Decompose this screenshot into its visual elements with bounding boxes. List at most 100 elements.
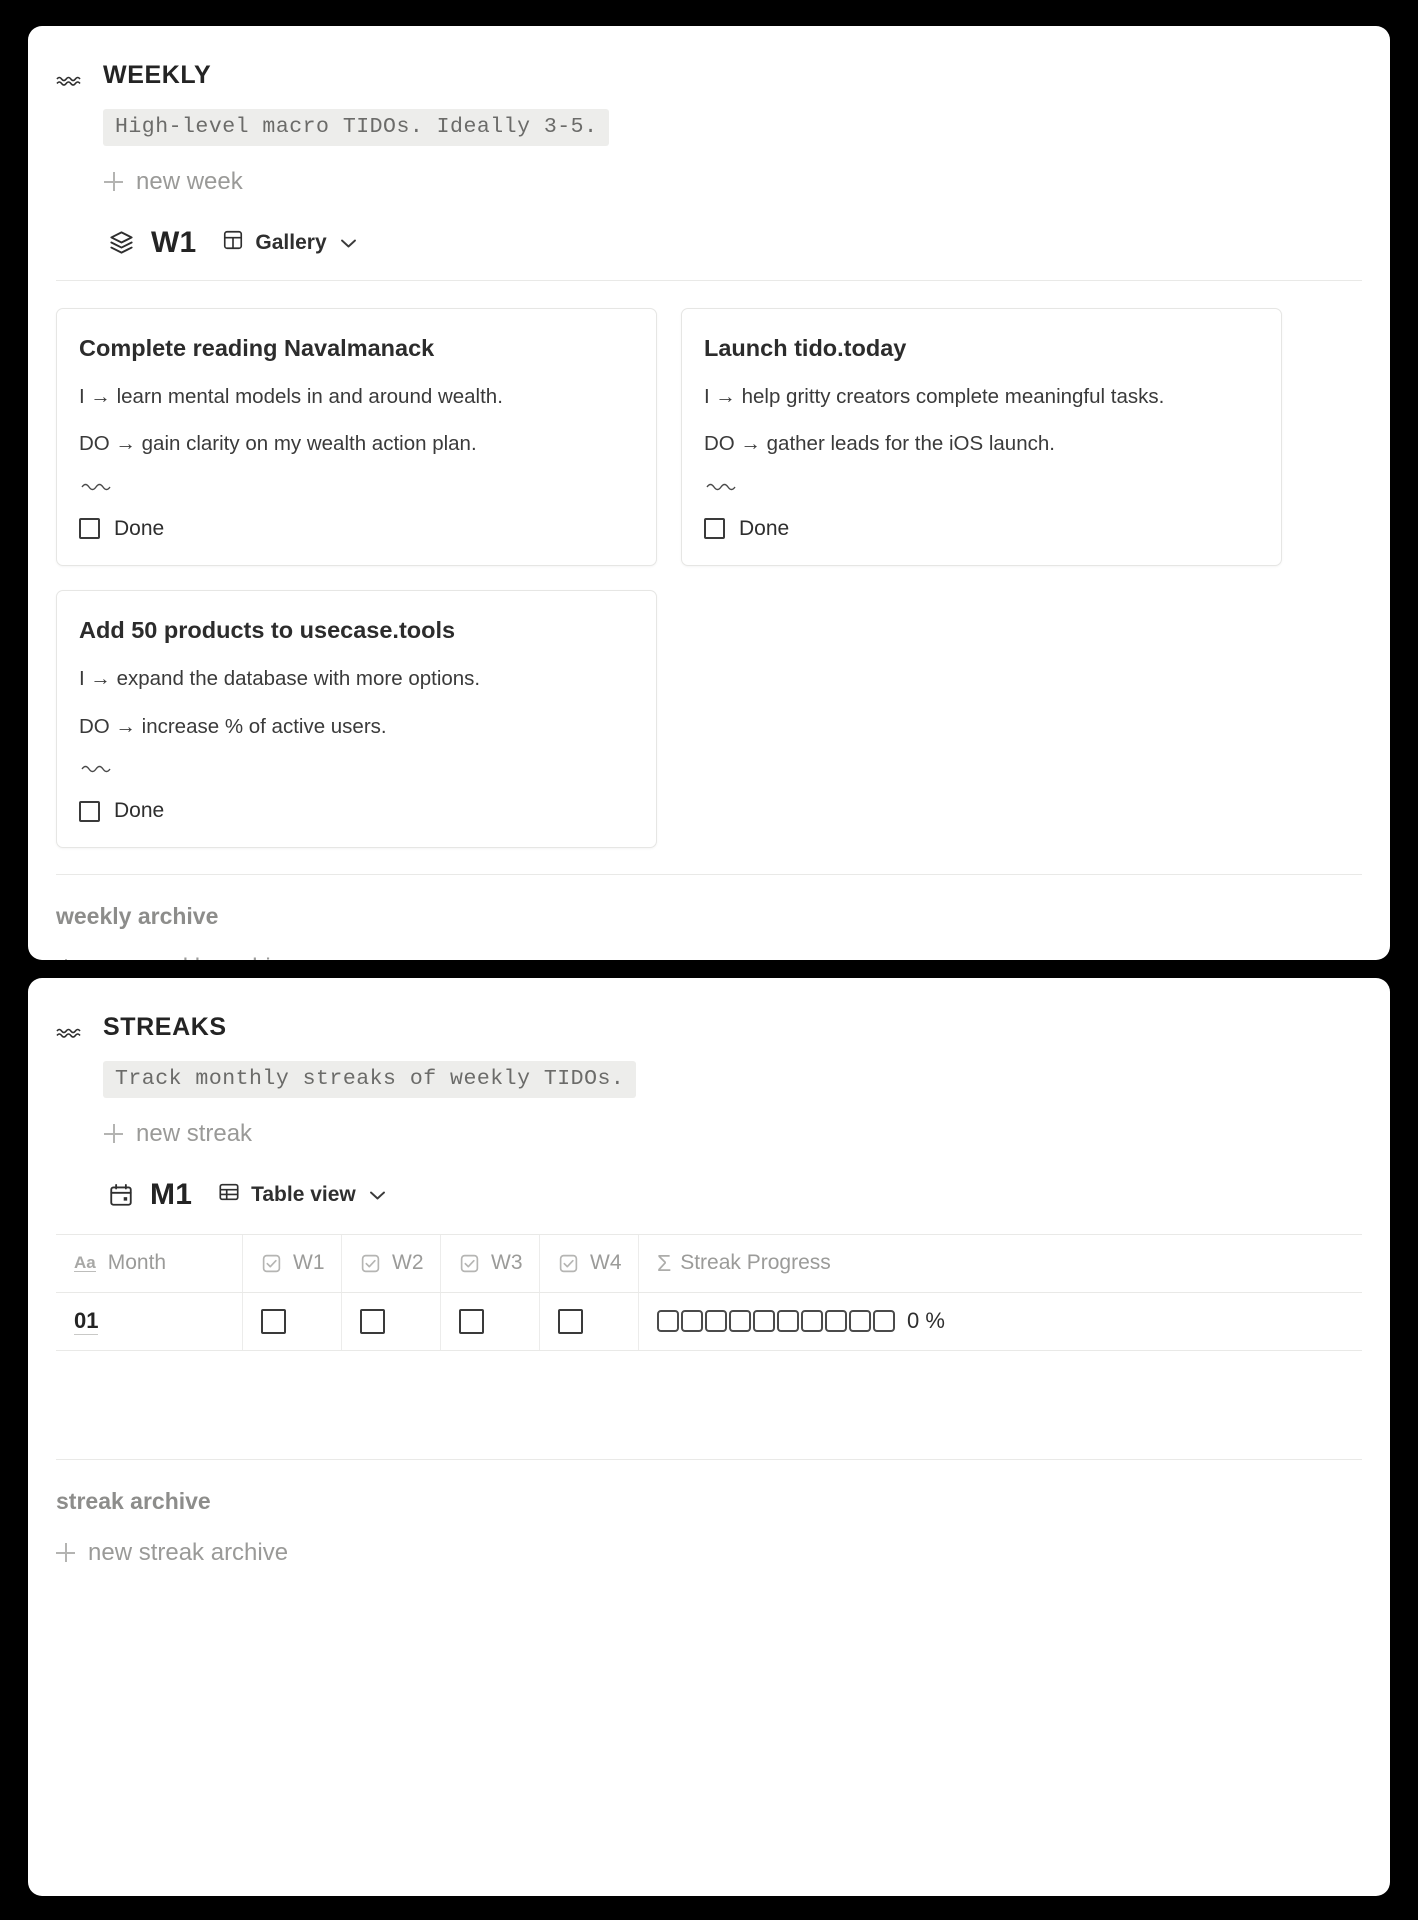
cell-streak-progress: 0 % (639, 1293, 1362, 1350)
weekly-database-name: W1 (151, 226, 196, 260)
progress-box (753, 1310, 775, 1332)
streaks-view-selector[interactable]: Table view (218, 1181, 386, 1209)
progress-box (873, 1310, 895, 1332)
chevron-down-icon (340, 231, 357, 255)
card-line-intent: I → learn mental models in and around we… (79, 384, 634, 411)
streaks-panel: STREAKS Track monthly streaks of weekly … (28, 978, 1390, 1896)
column-header-w3[interactable]: W3 (441, 1235, 540, 1292)
cell-w2[interactable] (342, 1293, 441, 1350)
card-line-outcome: DO → increase % of active users. (79, 714, 634, 741)
progress-box (801, 1310, 823, 1332)
card-title: Complete reading Navalmanack (79, 334, 634, 362)
done-label: Done (114, 799, 164, 823)
progress-box (705, 1310, 727, 1332)
wave-icon (56, 62, 92, 93)
table-row: 01 (56, 1293, 1362, 1351)
weekly-archive-divider (56, 874, 1362, 875)
w4-checkbox[interactable] (558, 1309, 583, 1334)
w2-checkbox[interactable] (360, 1309, 385, 1334)
streaks-database-header[interactable]: M1 Table view (108, 1178, 1362, 1212)
done-checkbox[interactable] (79, 518, 100, 539)
column-header-label: W4 (590, 1251, 622, 1275)
column-header-month[interactable]: Aa Month (56, 1235, 243, 1292)
chevron-down-icon (369, 1183, 386, 1207)
month-link[interactable]: 01 (74, 1307, 98, 1336)
checkbox-icon (459, 1253, 480, 1274)
new-week-label: new week (136, 168, 243, 196)
weekly-archive-title: weekly archive (56, 903, 1390, 930)
weekly-gallery: Complete reading Navalmanack I → learn m… (28, 281, 1390, 849)
progress-box (849, 1310, 871, 1332)
new-streak-archive-label: new streak archive (88, 1539, 288, 1567)
squiggle-divider-icon (81, 761, 634, 779)
screen-root: WEEKLY High-level macro TIDOs. Ideally 3… (0, 0, 1418, 1920)
checkbox-icon (360, 1253, 381, 1274)
text-aa-icon: Aa (74, 1254, 96, 1273)
new-streak-label: new streak (136, 1120, 252, 1148)
new-streak-button[interactable]: new streak (104, 1120, 252, 1148)
card-done-row[interactable]: Done (79, 799, 634, 823)
card-line-intent: I → help gritty creators complete meanin… (704, 384, 1259, 411)
squiggle-divider-icon (706, 479, 1259, 497)
progress-box (777, 1310, 799, 1332)
card-title: Launch tido.today (704, 334, 1259, 362)
new-week-button[interactable]: new week (104, 168, 243, 196)
calendar-icon (108, 1182, 134, 1208)
done-checkbox[interactable] (79, 801, 100, 822)
progress-percent-label: 0 % (907, 1308, 945, 1334)
gallery-card[interactable]: Add 50 products to usecase.tools I → exp… (56, 590, 657, 848)
streaks-table: Aa Month W1 (56, 1234, 1362, 1433)
layers-icon (108, 229, 135, 256)
plus-icon (56, 1543, 75, 1562)
new-weekly-archive-button[interactable]: new weekly archive (56, 954, 296, 960)
w3-checkbox[interactable] (459, 1309, 484, 1334)
done-checkbox[interactable] (704, 518, 725, 539)
column-header-label: Month (108, 1251, 166, 1275)
squiggle-divider-icon (81, 479, 634, 497)
card-title: Add 50 products to usecase.tools (79, 616, 634, 644)
table-bottom-spacer (56, 1351, 1362, 1433)
weekly-database-header[interactable]: W1 Gallery (108, 226, 1362, 260)
sigma-icon: Σ (657, 1250, 671, 1277)
plus-icon (104, 172, 123, 191)
column-header-w4[interactable]: W4 (540, 1235, 639, 1292)
new-weekly-archive-label: new weekly archive (88, 954, 296, 960)
progress-box (825, 1310, 847, 1332)
new-streak-archive-button[interactable]: new streak archive (56, 1539, 288, 1567)
card-line-outcome: DO → gather leads for the iOS launch. (704, 431, 1259, 458)
wave-icon (56, 1014, 92, 1045)
card-done-row[interactable]: Done (79, 517, 634, 541)
gallery-card[interactable]: Complete reading Navalmanack I → learn m… (56, 308, 657, 566)
card-done-row[interactable]: Done (704, 517, 1259, 541)
column-header-label: W1 (293, 1251, 325, 1275)
streaks-section-header: STREAKS Track monthly streaks of weekly … (28, 978, 1390, 1212)
column-header-w2[interactable]: W2 (342, 1235, 441, 1292)
streaks-view-label: Table view (251, 1183, 356, 1207)
weekly-description-callout: High-level macro TIDOs. Ideally 3-5. (103, 109, 609, 146)
streak-archive-title: streak archive (56, 1488, 1390, 1515)
checkbox-icon (261, 1253, 282, 1274)
column-header-w1[interactable]: W1 (243, 1235, 342, 1292)
column-header-streak-progress[interactable]: Σ Streak Progress (639, 1235, 1362, 1292)
cell-w3[interactable] (441, 1293, 540, 1350)
page-title: WEEKLY (103, 62, 1362, 90)
gallery-grid-icon (222, 229, 244, 257)
weekly-section-header: WEEKLY High-level macro TIDOs. Ideally 3… (28, 26, 1390, 260)
streaks-description-callout: Track monthly streaks of weekly TIDOs. (103, 1061, 636, 1098)
done-label: Done (114, 517, 164, 541)
table-header-row: Aa Month W1 (56, 1235, 1362, 1293)
progress-box (681, 1310, 703, 1332)
gallery-card[interactable]: Launch tido.today I → help gritty creato… (681, 308, 1282, 566)
plus-icon (56, 959, 75, 960)
w1-checkbox[interactable] (261, 1309, 286, 1334)
weekly-panel: WEEKLY High-level macro TIDOs. Ideally 3… (28, 26, 1390, 960)
progress-box (657, 1310, 679, 1332)
card-line-outcome: DO → gain clarity on my wealth action pl… (79, 431, 634, 458)
checkbox-icon (558, 1253, 579, 1274)
weekly-view-selector[interactable]: Gallery (222, 229, 356, 257)
cell-w1[interactable] (243, 1293, 342, 1350)
column-header-label: Streak Progress (680, 1251, 831, 1275)
cell-w4[interactable] (540, 1293, 639, 1350)
progress-bar: 0 % (657, 1308, 945, 1334)
cell-month[interactable]: 01 (56, 1293, 243, 1350)
